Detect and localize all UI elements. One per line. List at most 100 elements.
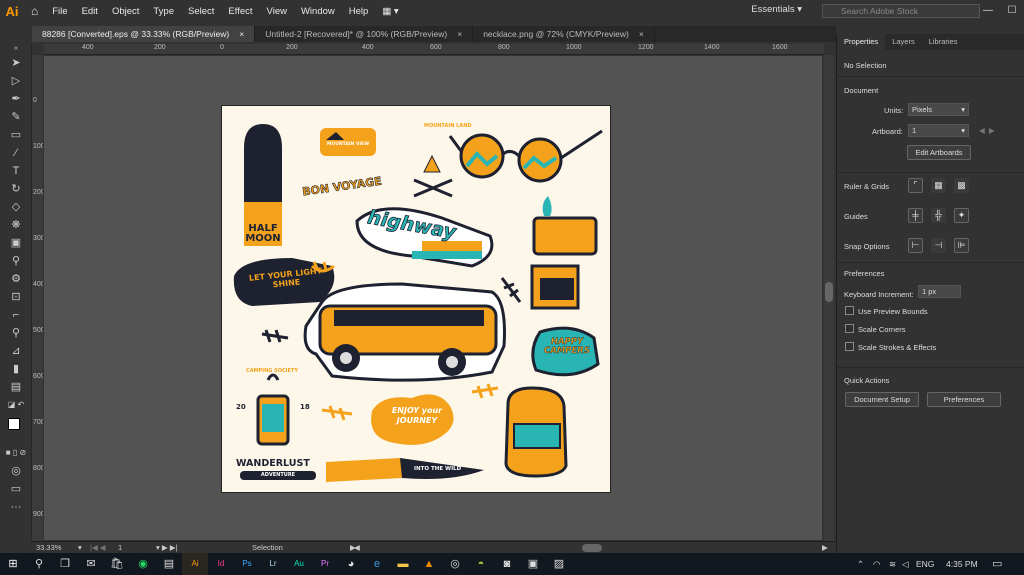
fill-stroke-icon[interactable] <box>0 418 32 444</box>
grid-icon[interactable]: ▦ <box>931 178 946 193</box>
edge-icon[interactable]: e <box>364 553 390 575</box>
windows-start-icon[interactable]: ⊞ <box>0 553 26 575</box>
column-graph-tool-icon[interactable]: ▮ <box>0 360 32 378</box>
screen-mode-icon[interactable]: ▭ <box>0 480 32 498</box>
menu-window[interactable]: Window <box>294 6 342 17</box>
gradient-tool-icon[interactable]: ▣ <box>0 234 32 252</box>
task-view-icon[interactable]: ❐ <box>52 553 78 575</box>
lightroom-icon[interactable]: Lr <box>260 553 286 575</box>
chrome-icon[interactable]: ◕ <box>338 553 364 575</box>
swap-colors-icon[interactable]: ◪ ↶ <box>0 396 32 414</box>
artboard-next-icon[interactable]: ▾ ▶ ▶| <box>156 543 177 552</box>
scroll-right-icon[interactable]: ▶ <box>822 543 828 552</box>
menu-help[interactable]: Help <box>342 6 376 17</box>
close-icon[interactable]: × <box>639 29 644 39</box>
curvature-tool-icon[interactable]: ✎ <box>0 108 32 126</box>
maximize-icon[interactable]: ☐ <box>1000 0 1024 22</box>
photoshop-icon[interactable]: Ps <box>234 553 260 575</box>
android-icon[interactable]: ◓ <box>468 553 494 575</box>
pen-tool-icon[interactable]: ✒ <box>0 90 32 108</box>
graph-tool-icon[interactable]: ⊿ <box>0 342 32 360</box>
vlc-icon[interactable]: ▲ <box>416 553 442 575</box>
artboard-number[interactable]: 1 <box>118 543 122 552</box>
warp-tool-icon[interactable]: ❋ <box>0 216 32 234</box>
use-preview-bounds-checkbox[interactable] <box>845 306 854 315</box>
menu-type[interactable]: Type <box>146 6 181 17</box>
search-icon[interactable]: ⚲ <box>26 553 52 575</box>
language-indicator[interactable]: ENG <box>916 553 934 575</box>
zoom-dropdown-icon[interactable]: ▾ <box>78 543 82 552</box>
store-icon[interactable]: 🛍 <box>104 553 130 575</box>
horizontal-ruler[interactable]: 400 200 0 200 400 600 800 1000 1200 1400… <box>44 44 824 55</box>
explorer-icon[interactable]: ▬ <box>390 553 416 575</box>
artboard-nav-icons[interactable]: ◀ ▶ <box>979 126 995 135</box>
rotate-tool-icon[interactable]: ↻ <box>0 180 32 198</box>
rulers-icon[interactable]: ⌜ <box>908 178 923 193</box>
menu-object[interactable]: Object <box>105 6 146 17</box>
scale-corners-checkbox[interactable] <box>845 324 854 333</box>
units-select[interactable]: Pixels ▾ <box>908 103 969 116</box>
illustrator-taskbar-icon[interactable]: Ai <box>182 553 208 575</box>
menu-file[interactable]: File <box>45 6 74 17</box>
edit-artboards-button[interactable]: Edit Artboards <box>907 145 971 160</box>
tab-doc-1[interactable]: 88286 [Converted].eps @ 33.33% (RGB/Prev… <box>32 26 256 42</box>
minimize-icon[interactable]: — <box>976 0 1000 22</box>
volume-icon[interactable]: ◁ <box>902 553 909 575</box>
scroll-left-icon[interactable]: ◀ <box>354 543 360 552</box>
close-icon[interactable]: × <box>457 29 462 39</box>
browser-icon[interactable]: ◎ <box>442 553 468 575</box>
workspace-switcher[interactable]: Essentials ▾ <box>751 4 802 15</box>
tab-doc-3[interactable]: necklace.png @ 72% (CMYK/Preview) × <box>473 26 655 42</box>
menu-effect[interactable]: Effect <box>221 6 259 17</box>
vertical-scrollbar[interactable] <box>824 55 834 541</box>
tab-layers[interactable]: Layers <box>885 34 922 50</box>
menu-edit[interactable]: Edit <box>75 6 105 17</box>
transparency-grid-icon[interactable]: ▩ <box>954 178 969 193</box>
tray-chevron-icon[interactable]: ⌃ <box>857 553 864 575</box>
tab-properties[interactable]: Properties <box>837 34 886 50</box>
camera-icon[interactable]: ◙ <box>494 553 520 575</box>
keyboard-increment-input[interactable]: 1 px <box>918 285 961 298</box>
tab-libraries[interactable]: Libraries <box>922 34 965 50</box>
app-icon[interactable]: ▤ <box>156 553 182 575</box>
artboard-select[interactable]: 1 ▾ <box>908 124 969 137</box>
zoom-tool-icon[interactable]: ⚲ <box>0 324 32 342</box>
snap-to-point-icon[interactable]: ⊢ <box>908 238 923 253</box>
app2-icon[interactable]: ▣ <box>520 553 546 575</box>
scale-strokes-checkbox[interactable] <box>845 342 854 351</box>
slice-tool-icon[interactable]: ⌐ <box>0 306 32 324</box>
wifi-icon[interactable]: ≋ <box>889 553 896 575</box>
artboard[interactable]: HALF MOON MOUNTAIN VIEW MOUNTAIN LAND BO… <box>221 105 611 493</box>
mail-icon[interactable]: ✉ <box>78 553 104 575</box>
color-mode-icon[interactable]: ■ ▯ ⊘ <box>0 444 32 462</box>
premiere-icon[interactable]: Pr <box>312 553 338 575</box>
audition-icon[interactable]: Au <box>286 553 312 575</box>
artboard-tool-icon[interactable]: ⊡ <box>0 288 32 306</box>
arrange-documents-icon[interactable]: ▦ ▾ <box>375 6 405 17</box>
clock[interactable]: 4:35 PM <box>946 553 978 575</box>
zoom-level[interactable]: 33.33% <box>36 543 61 552</box>
direct-selection-tool-icon[interactable]: ▷ <box>0 72 32 90</box>
more-tools-icon[interactable]: ··· <box>0 498 32 516</box>
selection-tool-icon[interactable]: ➤ <box>0 54 32 72</box>
notifications-icon[interactable]: ▭ <box>992 553 1002 575</box>
smart-guides-icon[interactable]: ✦ <box>954 208 969 223</box>
preferences-button[interactable]: Preferences <box>927 392 1001 407</box>
close-icon[interactable]: × <box>239 29 244 39</box>
home-icon[interactable]: ⌂ <box>24 4 45 18</box>
artboard-prev-icon[interactable]: |◀ ◀ <box>90 543 106 552</box>
horizontal-scroll-thumb[interactable] <box>582 544 602 552</box>
document-setup-button[interactable]: Document Setup <box>845 392 919 407</box>
canvas[interactable]: HALF MOON MOUNTAIN VIEW MOUNTAIN LAND BO… <box>44 56 822 540</box>
hand-tool-icon[interactable]: ▤ <box>0 378 32 396</box>
rectangle-tool-icon[interactable]: ▭ <box>0 126 32 144</box>
scroll-thumb[interactable] <box>825 282 833 302</box>
show-guides-icon[interactable]: ╪ <box>908 208 923 223</box>
type-tool-icon[interactable]: T <box>0 162 32 180</box>
whatsapp-icon[interactable]: ◉ <box>130 553 156 575</box>
network-icon[interactable]: ◠ <box>873 553 880 575</box>
blend-tool-icon[interactable]: ⚙ <box>0 270 32 288</box>
brush-tool-icon[interactable]: ⁄ <box>0 144 32 162</box>
indesign-icon[interactable]: Id <box>208 553 234 575</box>
lock-guides-icon[interactable]: ╬ <box>931 208 946 223</box>
